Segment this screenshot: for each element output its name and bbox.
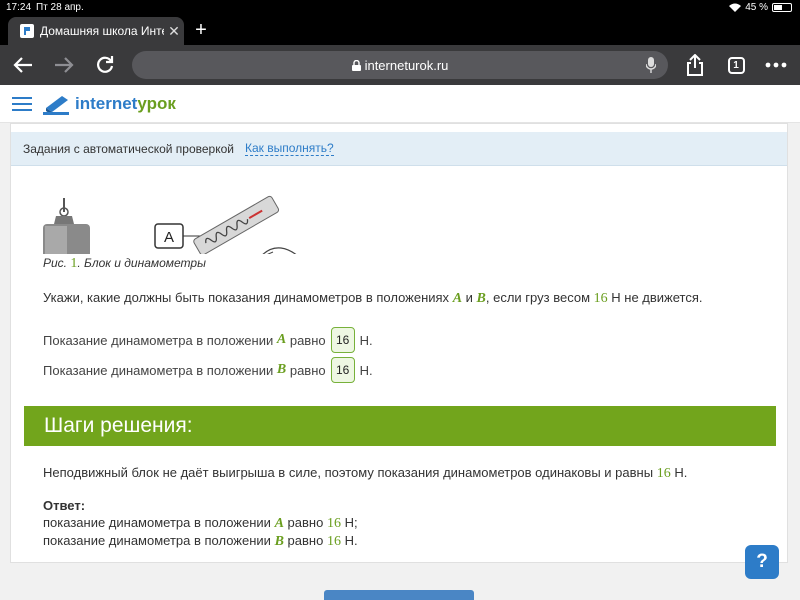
answer-mid: равно <box>289 362 326 378</box>
how-to-link[interactable]: Как выполнять? <box>245 141 334 156</box>
auto-check-notice: Задания с автоматической проверкой Как в… <box>11 132 787 166</box>
answer-prefix: Показание динамометра в положении <box>43 362 274 378</box>
microphone-icon[interactable] <box>646 57 656 73</box>
caption-text: . Блок и динамометры <box>77 256 206 270</box>
block-dynamometers-figure: A <box>43 195 297 254</box>
answer-mid: равно <box>289 332 326 348</box>
address-bar[interactable]: interneturok.ru <box>132 51 668 79</box>
line-mid: равно <box>287 515 324 530</box>
line-mid: равно <box>287 533 324 548</box>
menu-button[interactable] <box>764 53 788 77</box>
answer-line-a: показание динамометра в положении A равн… <box>43 515 358 532</box>
line-unit: Н. <box>344 533 358 548</box>
question-end: Н не движется. <box>611 290 703 305</box>
site-logo[interactable]: internetурок <box>75 94 176 114</box>
wifi-icon <box>729 3 742 12</box>
weight-value: 16 <box>593 291 608 306</box>
question-text: Укажи, какие должны быть показания динам… <box>43 290 703 307</box>
url-text: interneturok.ru <box>364 57 449 73</box>
answer-row-a: Показание динамометра в положении A равн… <box>43 327 373 353</box>
var-b: B <box>476 291 486 306</box>
answer-var: B <box>276 362 287 377</box>
question-middle: , если груз весом <box>485 290 591 305</box>
solution-unit: Н. <box>674 465 688 480</box>
line-unit: Н; <box>344 515 358 530</box>
answer-row-b: Показание динамометра в положении B равн… <box>43 357 373 383</box>
forward-button[interactable] <box>52 53 76 77</box>
answer-label: Ответ: <box>43 498 86 513</box>
logo-part-2: урок <box>137 94 176 113</box>
bottom-action-button[interactable] <box>324 590 474 600</box>
line-var: A <box>274 516 284 531</box>
back-arrow-icon <box>13 57 32 73</box>
answer-input-b[interactable]: 16 <box>330 357 355 383</box>
tab-title: Домашняя школа Интер <box>40 24 164 38</box>
site-header: internetурок <box>0 85 800 123</box>
browser-tab[interactable]: Домашняя школа Интер ✕ <box>8 17 184 45</box>
question-part: Укажи, какие должны быть показания динам… <box>43 290 450 305</box>
web-page: internetурок Задания с автоматической пр… <box>0 85 800 600</box>
back-button[interactable] <box>11 53 35 77</box>
solution-sentence: Неподвижный блок не даёт выигрыша в силе… <box>43 465 654 480</box>
battery-percent: 45 % <box>745 2 768 13</box>
line-var: B <box>274 534 284 549</box>
answer-prefix: Показание динамометра в положении <box>43 332 274 348</box>
more-dots-icon <box>765 62 787 68</box>
browser-toolbar: interneturok.ru 1 <box>0 45 800 85</box>
figure-label-a: A <box>164 229 174 246</box>
solution-value: 16 <box>656 466 671 481</box>
line-prefix: показание динамометра в положении <box>43 533 271 548</box>
tab-bar: Домашняя школа Интер ✕ + <box>0 15 800 45</box>
question-and: и <box>465 290 473 305</box>
line-value: 16 <box>326 534 341 549</box>
answer-input-a[interactable]: 16 <box>330 327 355 353</box>
help-button[interactable]: ? <box>745 545 779 579</box>
status-right: 45 % <box>729 2 792 13</box>
answer-line-b: показание динамометра в положении B равн… <box>43 533 358 550</box>
reload-button[interactable] <box>93 53 117 77</box>
battery-icon <box>772 3 792 12</box>
notice-text: Задания с автоматической проверкой <box>23 141 234 156</box>
answer-var: A <box>276 332 287 347</box>
solution-text: Неподвижный блок не даёт выигрыша в силе… <box>43 465 687 482</box>
share-button[interactable] <box>683 53 707 77</box>
tabs-button[interactable]: 1 <box>724 53 748 77</box>
status-date: Пт 28 апр. <box>36 2 84 13</box>
tab-count: 1 <box>727 56 745 74</box>
status-time: 17:24 <box>6 2 32 13</box>
caption-prefix: Рис. <box>43 256 68 270</box>
answer-unit: Н. <box>359 332 373 348</box>
logo-part-1: internet <box>75 94 138 113</box>
answer-unit: Н. <box>359 362 373 378</box>
reload-icon <box>97 56 114 73</box>
line-value: 16 <box>326 516 341 531</box>
hamburger-menu-icon[interactable] <box>12 97 32 111</box>
status-bar: 17:24 Пт 28 апр. 45 % <box>0 0 800 15</box>
close-tab-icon[interactable]: ✕ <box>164 23 184 40</box>
figure-caption: Рис. 1. Блок и динамометры <box>43 256 206 272</box>
site-favicon-icon <box>20 24 34 38</box>
task-card: Задания с автоматической проверкой Как в… <box>10 123 788 563</box>
lock-icon <box>351 59 361 71</box>
solution-header: Шаги решения: <box>24 406 776 446</box>
forward-arrow-icon <box>55 57 74 73</box>
share-icon <box>687 54 703 76</box>
line-prefix: показание динамометра в положении <box>43 515 271 530</box>
var-a: A <box>452 291 463 306</box>
logo-icon[interactable] <box>42 92 70 116</box>
new-tab-button[interactable]: + <box>190 19 212 42</box>
